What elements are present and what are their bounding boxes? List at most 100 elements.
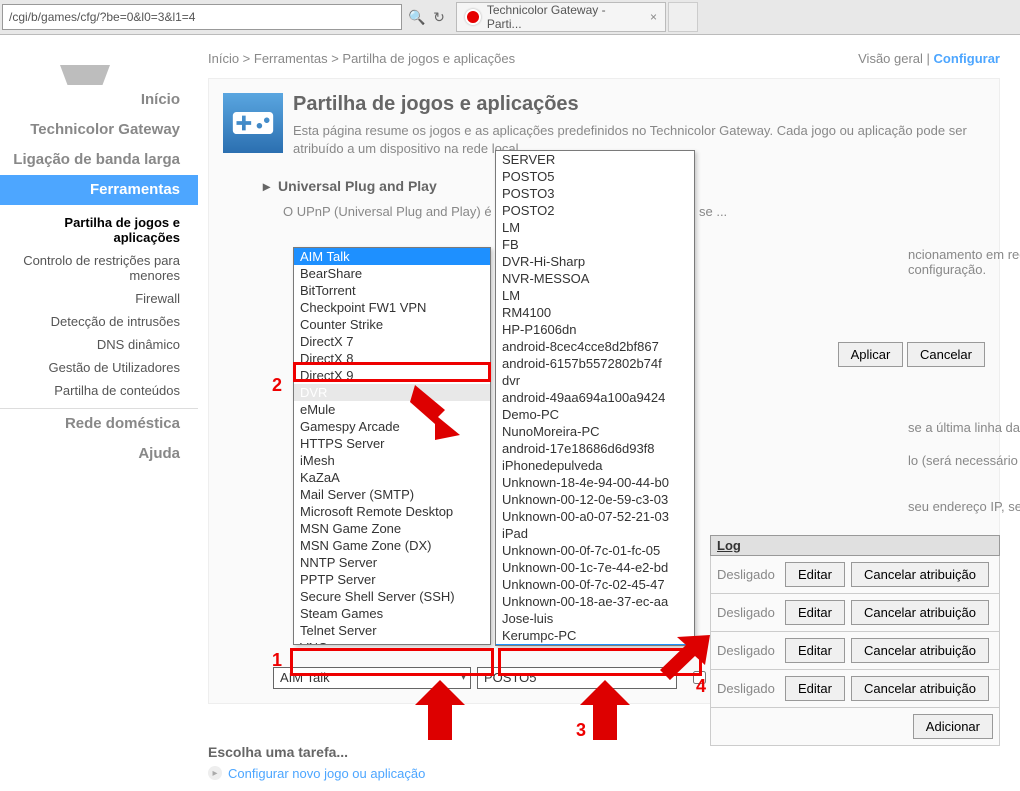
dropdown-option[interactable]: iMesh	[294, 452, 490, 469]
log-status: Desligado	[717, 681, 779, 696]
dropdown-option[interactable]: Unknown-18-4e-94-00-44-b0	[496, 474, 694, 491]
sidebar-item-inicio[interactable]: Início	[0, 85, 198, 115]
chevron-down-icon: ▾	[667, 672, 672, 683]
sidebar-sub-content[interactable]: Partilha de conteúdos	[0, 379, 198, 402]
dropdown-option[interactable]: <Definido pelo utilizador >	[496, 644, 694, 646]
vodafone-logo-icon	[465, 9, 481, 25]
cancel-assign-button[interactable]: Cancelar atribuição	[851, 676, 989, 701]
dropdown-option[interactable]: DirectX 8	[294, 350, 490, 367]
edit-button[interactable]: Editar	[785, 676, 845, 701]
dropdown-option[interactable]: DVR-Hi-Sharp	[496, 253, 694, 270]
dropdown-option[interactable]: android-17e18686d6d93f8	[496, 440, 694, 457]
dropdown-option[interactable]: MSN Game Zone	[294, 520, 490, 537]
dropdown-option[interactable]: Demo-PC	[496, 406, 694, 423]
dropdown-option[interactable]: Unknown-00-1c-7e-44-e2-bd	[496, 559, 694, 576]
sidebar-sub-users[interactable]: Gestão de Utilizadores	[0, 356, 198, 379]
dropdown-option[interactable]: Gamespy Arcade	[294, 418, 490, 435]
game-dropdown-list[interactable]: AIM TalkBearShareBitTorrentCheckpoint FW…	[293, 247, 491, 645]
dropdown-option[interactable]: FB	[496, 236, 694, 253]
dropdown-option[interactable]: NVR-MESSOA	[496, 270, 694, 287]
dropdown-option[interactable]: HP-P1606dn	[496, 321, 694, 338]
dropdown-option[interactable]: android-8cec4cce8d2bf867	[496, 338, 694, 355]
edit-button[interactable]: Editar	[785, 562, 845, 587]
edit-button[interactable]: Editar	[785, 600, 845, 625]
dropdown-option[interactable]: DVR	[294, 384, 490, 401]
dropdown-option[interactable]: LM	[496, 287, 694, 304]
dropdown-option[interactable]: Unknown-00-18-ae-37-ec-aa	[496, 593, 694, 610]
dropdown-option[interactable]: Unknown-00-12-0e-59-c3-03	[496, 491, 694, 508]
sidebar-sub-parental[interactable]: Controlo de restrições para menores	[0, 249, 198, 287]
log-status: Desligado	[717, 643, 779, 658]
dropdown-option[interactable]: DirectX 9	[294, 367, 490, 384]
dropdown-option[interactable]: Secure Shell Server (SSH)	[294, 588, 490, 605]
text-fragment: lo (será necessário especificar os detal…	[908, 453, 1020, 468]
configure-link[interactable]: Configurar	[934, 51, 1000, 66]
add-button[interactable]: Adicionar	[913, 714, 993, 739]
sidebar-item-home-network[interactable]: Rede doméstica	[0, 409, 198, 439]
log-table: Log Desligado Editar Cancelar atribuição…	[710, 535, 1000, 746]
search-icon[interactable]: 🔍	[406, 6, 428, 28]
dropdown-option[interactable]: Unknown-00-0f-7c-01-fc-05	[496, 542, 694, 559]
sidebar-item-gateway[interactable]: Technicolor Gateway	[0, 115, 198, 145]
device-dropdown-list[interactable]: SERVERPOSTO5POSTO3POSTO2LMFBDVR-Hi-Sharp…	[495, 150, 695, 646]
dropdown-option[interactable]: Jose-luis	[496, 610, 694, 627]
game-select-value: AIM Talk	[280, 670, 330, 685]
sidebar-sub-intrusion[interactable]: Detecção de intrusões	[0, 310, 198, 333]
dropdown-option[interactable]: LM	[496, 219, 694, 236]
dropdown-option[interactable]: Unknown-00-a0-07-52-21-03	[496, 508, 694, 525]
dropdown-option[interactable]: POSTO2	[496, 202, 694, 219]
dropdown-option[interactable]: BitTorrent	[294, 282, 490, 299]
dropdown-option[interactable]: RM4100	[496, 304, 694, 321]
dropdown-option[interactable]: VNC	[294, 639, 490, 645]
dropdown-option[interactable]: HTTPS Server	[294, 435, 490, 452]
dropdown-option[interactable]: BearShare	[294, 265, 490, 282]
device-select[interactable]: POSTO5 ▾	[477, 667, 677, 689]
dropdown-option[interactable]: KaZaA	[294, 469, 490, 486]
refresh-icon[interactable]: ↻	[428, 6, 450, 28]
dropdown-option[interactable]: Mail Server (SMTP)	[294, 486, 490, 503]
cancel-assign-button[interactable]: Cancelar atribuição	[851, 562, 989, 587]
dropdown-option[interactable]: eMule	[294, 401, 490, 418]
dropdown-option[interactable]: NNTP Server	[294, 554, 490, 571]
apply-button[interactable]: Aplicar	[838, 342, 904, 367]
dropdown-option[interactable]: Kerumpc-PC	[496, 627, 694, 644]
dropdown-option[interactable]: MSN Game Zone (DX)	[294, 537, 490, 554]
dropdown-option[interactable]: iPad	[496, 525, 694, 542]
dropdown-option[interactable]: Unknown-00-0f-7c-02-45-47	[496, 576, 694, 593]
dropdown-option[interactable]: NunoMoreira-PC	[496, 423, 694, 440]
url-bar[interactable]: /cgi/b/games/cfg/?be=0&l0=3&l1=4	[2, 4, 402, 30]
task-link-new-game[interactable]: Configurar novo jogo ou aplicação	[208, 766, 1000, 781]
dropdown-option[interactable]: Counter Strike	[294, 316, 490, 333]
sidebar-item-help[interactable]: Ajuda	[0, 439, 198, 469]
overview-link[interactable]: Visão geral	[858, 51, 923, 66]
cancel-button[interactable]: Cancelar	[907, 342, 985, 367]
sidebar-sub-dyndns[interactable]: DNS dinâmico	[0, 333, 198, 356]
dropdown-option[interactable]: android-6157b5572802b74f	[496, 355, 694, 372]
dropdown-option[interactable]: iPhonedepulveda	[496, 457, 694, 474]
new-tab-button[interactable]	[668, 2, 698, 32]
device-select-value: POSTO5	[484, 670, 537, 685]
dropdown-option[interactable]: SERVER	[496, 151, 694, 168]
dropdown-option[interactable]: PPTP Server	[294, 571, 490, 588]
dropdown-option[interactable]: Steam Games	[294, 605, 490, 622]
dropdown-option[interactable]: Checkpoint FW1 VPN	[294, 299, 490, 316]
dropdown-option[interactable]: POSTO5	[496, 168, 694, 185]
edit-button[interactable]: Editar	[785, 638, 845, 663]
dropdown-option[interactable]: AIM Talk	[294, 248, 490, 265]
dropdown-option[interactable]: POSTO3	[496, 185, 694, 202]
sidebar-sub-firewall[interactable]: Firewall	[0, 287, 198, 310]
sidebar-item-tools[interactable]: Ferramentas	[0, 175, 198, 205]
game-select[interactable]: AIM Talk ▾	[273, 667, 471, 689]
dropdown-option[interactable]: DirectX 7	[294, 333, 490, 350]
cancel-assign-button[interactable]: Cancelar atribuição	[851, 600, 989, 625]
cancel-assign-button[interactable]: Cancelar atribuição	[851, 638, 989, 663]
dropdown-option[interactable]: android-49aa694a100a9424	[496, 389, 694, 406]
tab-close-icon[interactable]: ×	[650, 10, 657, 24]
sidebar-sub-games[interactable]: Partilha de jogos e aplicações	[0, 211, 198, 249]
chevron-down-icon: ▾	[461, 672, 466, 683]
sidebar-item-broadband[interactable]: Ligação de banda larga	[0, 145, 198, 175]
dropdown-option[interactable]: Microsoft Remote Desktop	[294, 503, 490, 520]
dropdown-option[interactable]: dvr	[496, 372, 694, 389]
browser-tab[interactable]: Technicolor Gateway - Parti... ×	[456, 2, 666, 32]
dropdown-option[interactable]: Telnet Server	[294, 622, 490, 639]
